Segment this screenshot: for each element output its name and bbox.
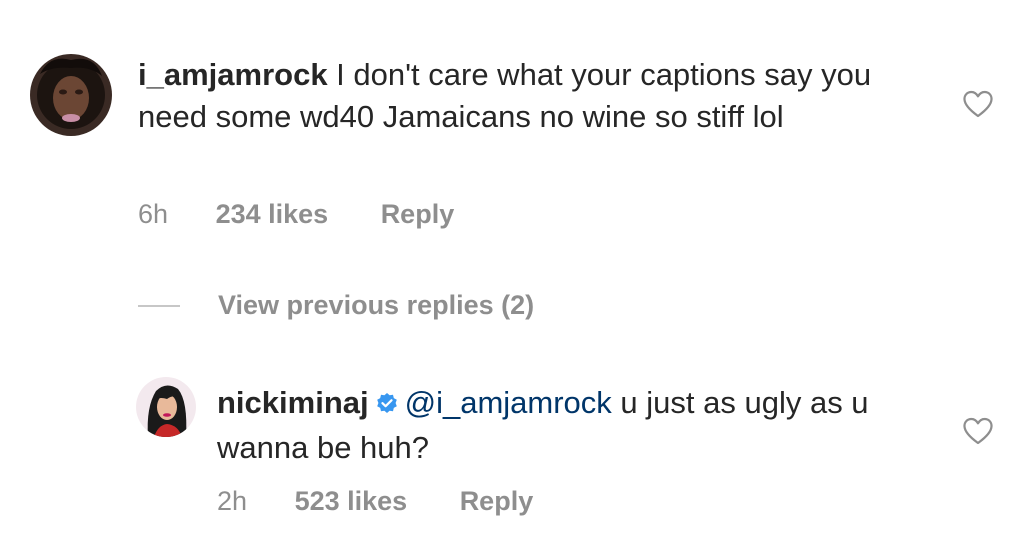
reply-text: nickiminaj @i_amjamrock u just as ugly as… [217, 382, 917, 469]
reply-time: 2h [217, 486, 248, 516]
comment-text: i_amjamrock I don't care what your capti… [138, 54, 898, 138]
reply-button[interactable]: Reply [381, 199, 455, 230]
reply-likes[interactable]: 523 likes [295, 486, 408, 517]
view-replies-label[interactable]: View previous replies (2) [218, 290, 534, 321]
verified-badge-icon [375, 385, 399, 427]
comment-likes[interactable]: 234 likes [216, 199, 329, 230]
avatar[interactable] [136, 377, 196, 437]
avatar[interactable] [30, 54, 112, 136]
replies-divider-line [138, 304, 180, 307]
mention-link[interactable]: @i_amjamrock [405, 385, 612, 420]
comment-meta: 6h 234 likes Reply [138, 199, 454, 230]
reply-button[interactable]: Reply [460, 486, 534, 517]
heart-icon[interactable] [962, 89, 994, 119]
comment-time: 6h [138, 199, 169, 229]
heart-icon[interactable] [962, 416, 994, 446]
reply-username[interactable]: nickiminaj [217, 385, 369, 420]
reply-meta: 2h 523 likes Reply [217, 486, 533, 517]
comment-username[interactable]: i_amjamrock [138, 57, 328, 92]
view-previous-replies[interactable]: View previous replies (2) [138, 290, 534, 328]
